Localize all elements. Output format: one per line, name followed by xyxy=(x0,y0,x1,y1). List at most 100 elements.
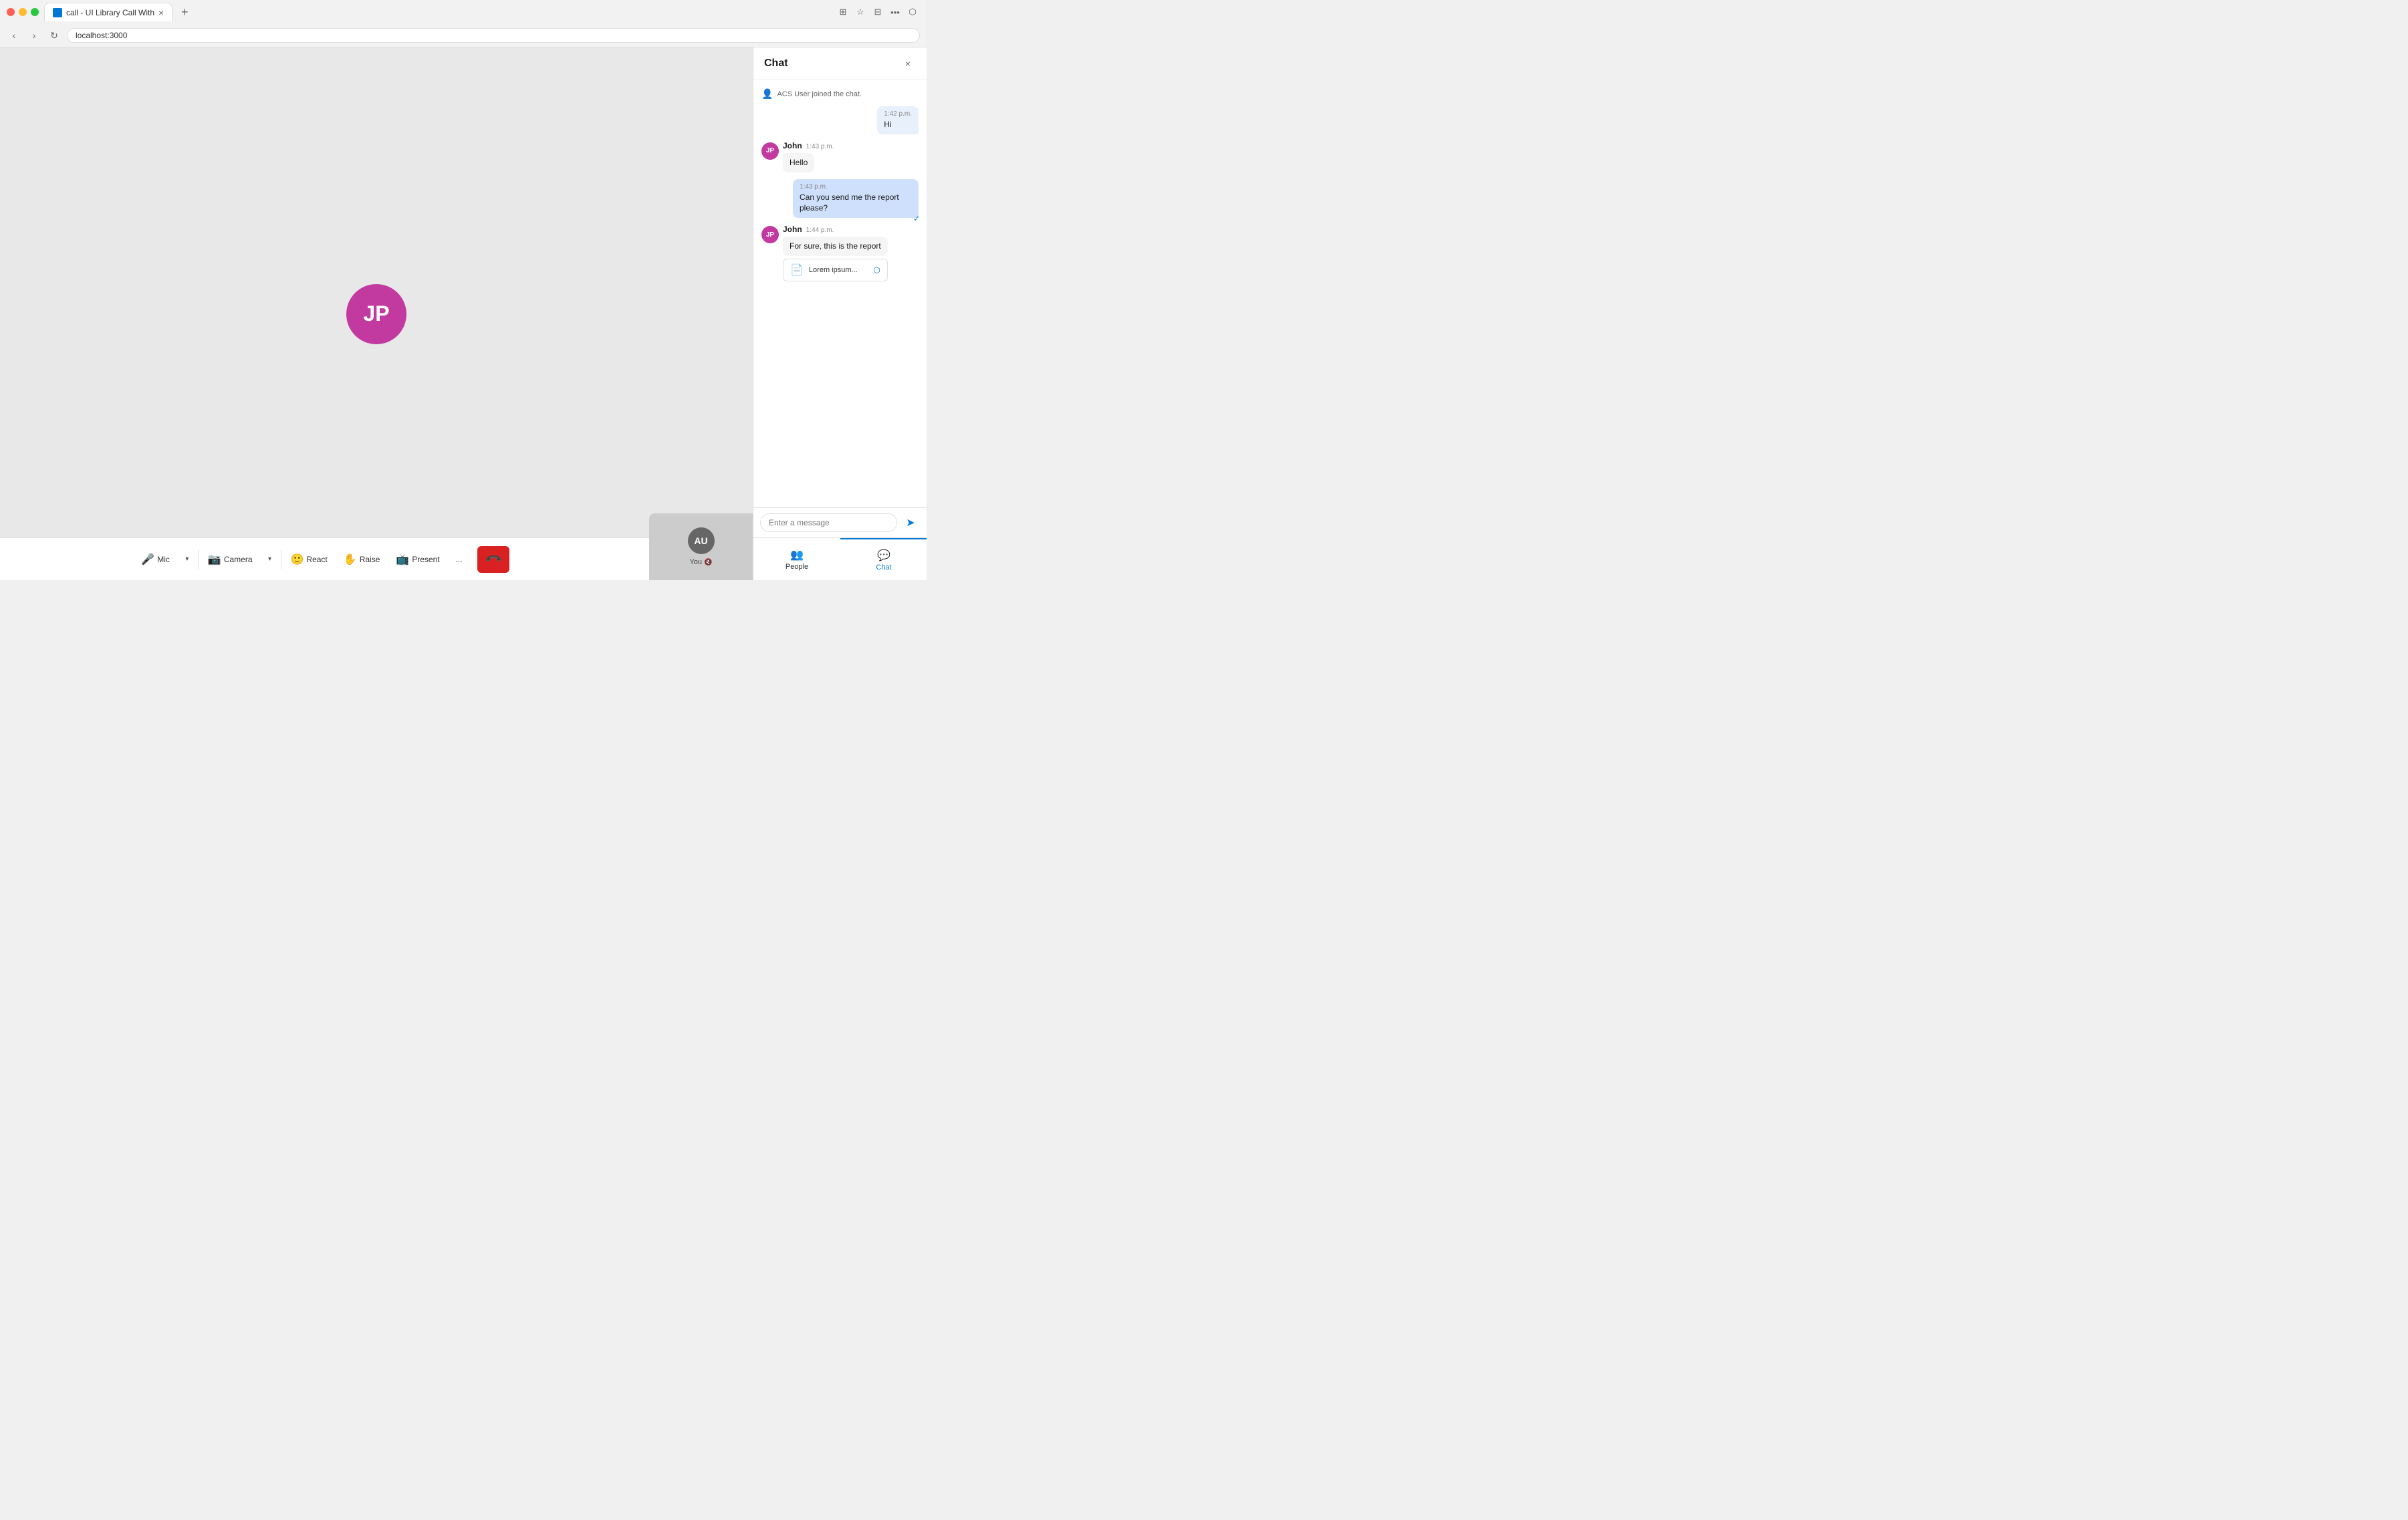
more-label: ... xyxy=(456,555,463,564)
raise-icon: ✋ xyxy=(344,553,357,566)
message-sender-row-2: John 1:44 p.m. xyxy=(783,225,888,235)
control-bar: 🎤 Mic ▾ 📷 Camera ▾ 🙂 React ✋ Raise 📺 xyxy=(0,537,649,580)
end-call-icon: 📞 xyxy=(484,549,503,568)
read-receipt: ✓ xyxy=(913,214,920,223)
camera-label: Camera xyxy=(224,555,253,564)
people-button[interactable]: 👥 People xyxy=(753,538,840,580)
message-input-area: ➤ xyxy=(753,507,927,537)
chat-title: Chat xyxy=(764,57,788,70)
john-avatar-1: JP xyxy=(761,142,779,160)
react-label: React xyxy=(306,555,327,564)
active-tab[interactable]: call - UI Library Call With × xyxy=(44,3,172,21)
chat-panel: Chat × 👤 ACS User joined the chat. 1:42 … xyxy=(753,47,927,580)
chat-label: Chat xyxy=(876,563,891,572)
camera-button[interactable]: 📷 Camera xyxy=(201,546,259,573)
message-time-1: 1:42 p.m. xyxy=(884,110,912,118)
present-button[interactable]: 📺 Present xyxy=(389,546,446,573)
forward-button[interactable]: › xyxy=(27,28,41,43)
more-options-button[interactable]: ••• xyxy=(888,5,902,19)
video-area: JP John 🎤̶ AU You 🔇 🎤 Mic ▾ xyxy=(0,47,753,580)
message-outgoing-1: 1:42 p.m. Hi xyxy=(761,106,919,134)
message-text-1: Hi xyxy=(884,119,912,130)
self-view-pip: AU You 🔇 xyxy=(649,513,753,580)
tab-bar: call - UI Library Call With × + xyxy=(44,3,830,21)
mic-label: Mic xyxy=(157,555,170,564)
message-incoming-2: JP John 1:44 p.m. For sure, this is the … xyxy=(761,225,919,281)
message-content-2: John 1:44 p.m. For sure, this is the rep… xyxy=(783,225,888,281)
raise-button[interactable]: ✋ Raise xyxy=(337,546,387,573)
self-label: You 🔇 xyxy=(689,558,712,566)
separator-1 xyxy=(198,550,199,569)
messages-area[interactable]: 👤 ACS User joined the chat. 1:42 p.m. Hi… xyxy=(753,80,927,507)
split-view-button[interactable]: ⊟ xyxy=(870,5,885,19)
message-bubble-2: Hello xyxy=(783,153,814,172)
maximize-window-button[interactable] xyxy=(31,8,39,16)
message-sender-row-1: John 1:43 p.m. xyxy=(783,141,834,152)
camera-dropdown[interactable]: ▾ xyxy=(262,546,278,573)
chat-header: Chat × xyxy=(753,47,927,80)
chat-icon: 💬 xyxy=(877,549,890,562)
url-bar[interactable]: localhost:3000 xyxy=(67,28,920,43)
more-button[interactable]: ... xyxy=(449,546,469,573)
raise-label: Raise xyxy=(360,555,380,564)
browser-chrome: call - UI Library Call With × + ⊞ ☆ ⊟ ••… xyxy=(0,0,927,47)
traffic-lights xyxy=(7,8,39,16)
right-bottom-strip: 👥 People 💬 Chat xyxy=(753,537,927,580)
mic-dropdown[interactable]: ▾ xyxy=(179,546,195,573)
bookmark-button[interactable]: ☆ xyxy=(853,5,868,19)
self-initials: AU xyxy=(694,535,707,546)
mic-icon: 🎤 xyxy=(141,553,154,566)
react-button[interactable]: 🙂 React xyxy=(284,546,334,573)
system-icon: 👤 xyxy=(761,88,773,100)
message-text-3: Can you send me the report please? xyxy=(800,192,912,215)
url-text: localhost:3000 xyxy=(76,31,127,40)
message-sender-2: John xyxy=(783,225,802,234)
message-outgoing-2: 1:43 p.m. Can you send me the report ple… xyxy=(761,179,919,219)
present-icon: 📺 xyxy=(396,553,409,566)
message-input[interactable] xyxy=(760,513,897,532)
mic-button[interactable]: 🎤 Mic xyxy=(134,546,176,573)
message-time-2: 1:43 p.m. xyxy=(806,143,834,150)
people-label: People xyxy=(786,563,808,571)
system-message: 👤 ACS User joined the chat. xyxy=(761,88,919,100)
send-message-button[interactable]: ➤ xyxy=(901,513,920,532)
john-avatar-2: JP xyxy=(761,226,779,243)
message-time-3: 1:43 p.m. xyxy=(800,183,912,191)
message-sender-1: John xyxy=(783,141,802,150)
new-tab-button[interactable]: + xyxy=(175,3,194,21)
file-attachment[interactable]: 📄 Lorem ipsum... ⬡ xyxy=(783,259,888,281)
tab-favicon xyxy=(53,8,62,17)
file-icon: 📄 xyxy=(790,263,804,277)
reader-view-button[interactable]: ⊞ xyxy=(836,5,850,19)
browser-titlebar: call - UI Library Call With × + ⊞ ☆ ⊟ ••… xyxy=(0,0,927,24)
extensions-button[interactable]: ⬡ xyxy=(905,5,920,19)
minimize-window-button[interactable] xyxy=(19,8,27,16)
message-bubble-1: 1:42 p.m. Hi xyxy=(877,106,919,134)
end-call-button[interactable]: 📞 xyxy=(477,546,509,573)
message-incoming-1: JP John 1:43 p.m. Hello xyxy=(761,141,919,172)
message-content-1: John 1:43 p.m. Hello xyxy=(783,141,834,172)
system-message-text: ACS User joined the chat. xyxy=(777,90,862,98)
refresh-button[interactable]: ↻ xyxy=(47,28,62,43)
back-button[interactable]: ‹ xyxy=(7,28,21,43)
chat-button[interactable]: 💬 Chat xyxy=(840,538,927,580)
tab-close-button[interactable]: × xyxy=(158,7,164,18)
message-bubble-3: 1:43 p.m. Can you send me the report ple… xyxy=(793,179,919,219)
self-mic-muted-icon: 🔇 xyxy=(704,559,712,566)
message-text-4: For sure, this is the report xyxy=(790,241,881,252)
camera-icon: 📷 xyxy=(208,553,221,566)
people-icon: 👥 xyxy=(790,548,804,561)
message-text-2: Hello xyxy=(790,157,808,168)
send-icon: ➤ xyxy=(906,516,915,529)
self-avatar: AU xyxy=(688,527,715,554)
react-icon: 🙂 xyxy=(291,553,304,566)
message-time-4: 1:44 p.m. xyxy=(806,227,834,234)
close-window-button[interactable] xyxy=(7,8,15,16)
browser-actions: ⊞ ☆ ⊟ ••• ⬡ xyxy=(836,5,920,19)
file-open-button[interactable]: ⬡ xyxy=(873,265,880,275)
chat-close-button[interactable]: × xyxy=(900,55,916,72)
self-label-text: You xyxy=(689,558,702,566)
main-avatar-initials: JP xyxy=(363,301,389,326)
app-container: JP John 🎤̶ AU You 🔇 🎤 Mic ▾ xyxy=(0,47,927,580)
address-bar: ‹ › ↻ localhost:3000 xyxy=(0,24,927,47)
